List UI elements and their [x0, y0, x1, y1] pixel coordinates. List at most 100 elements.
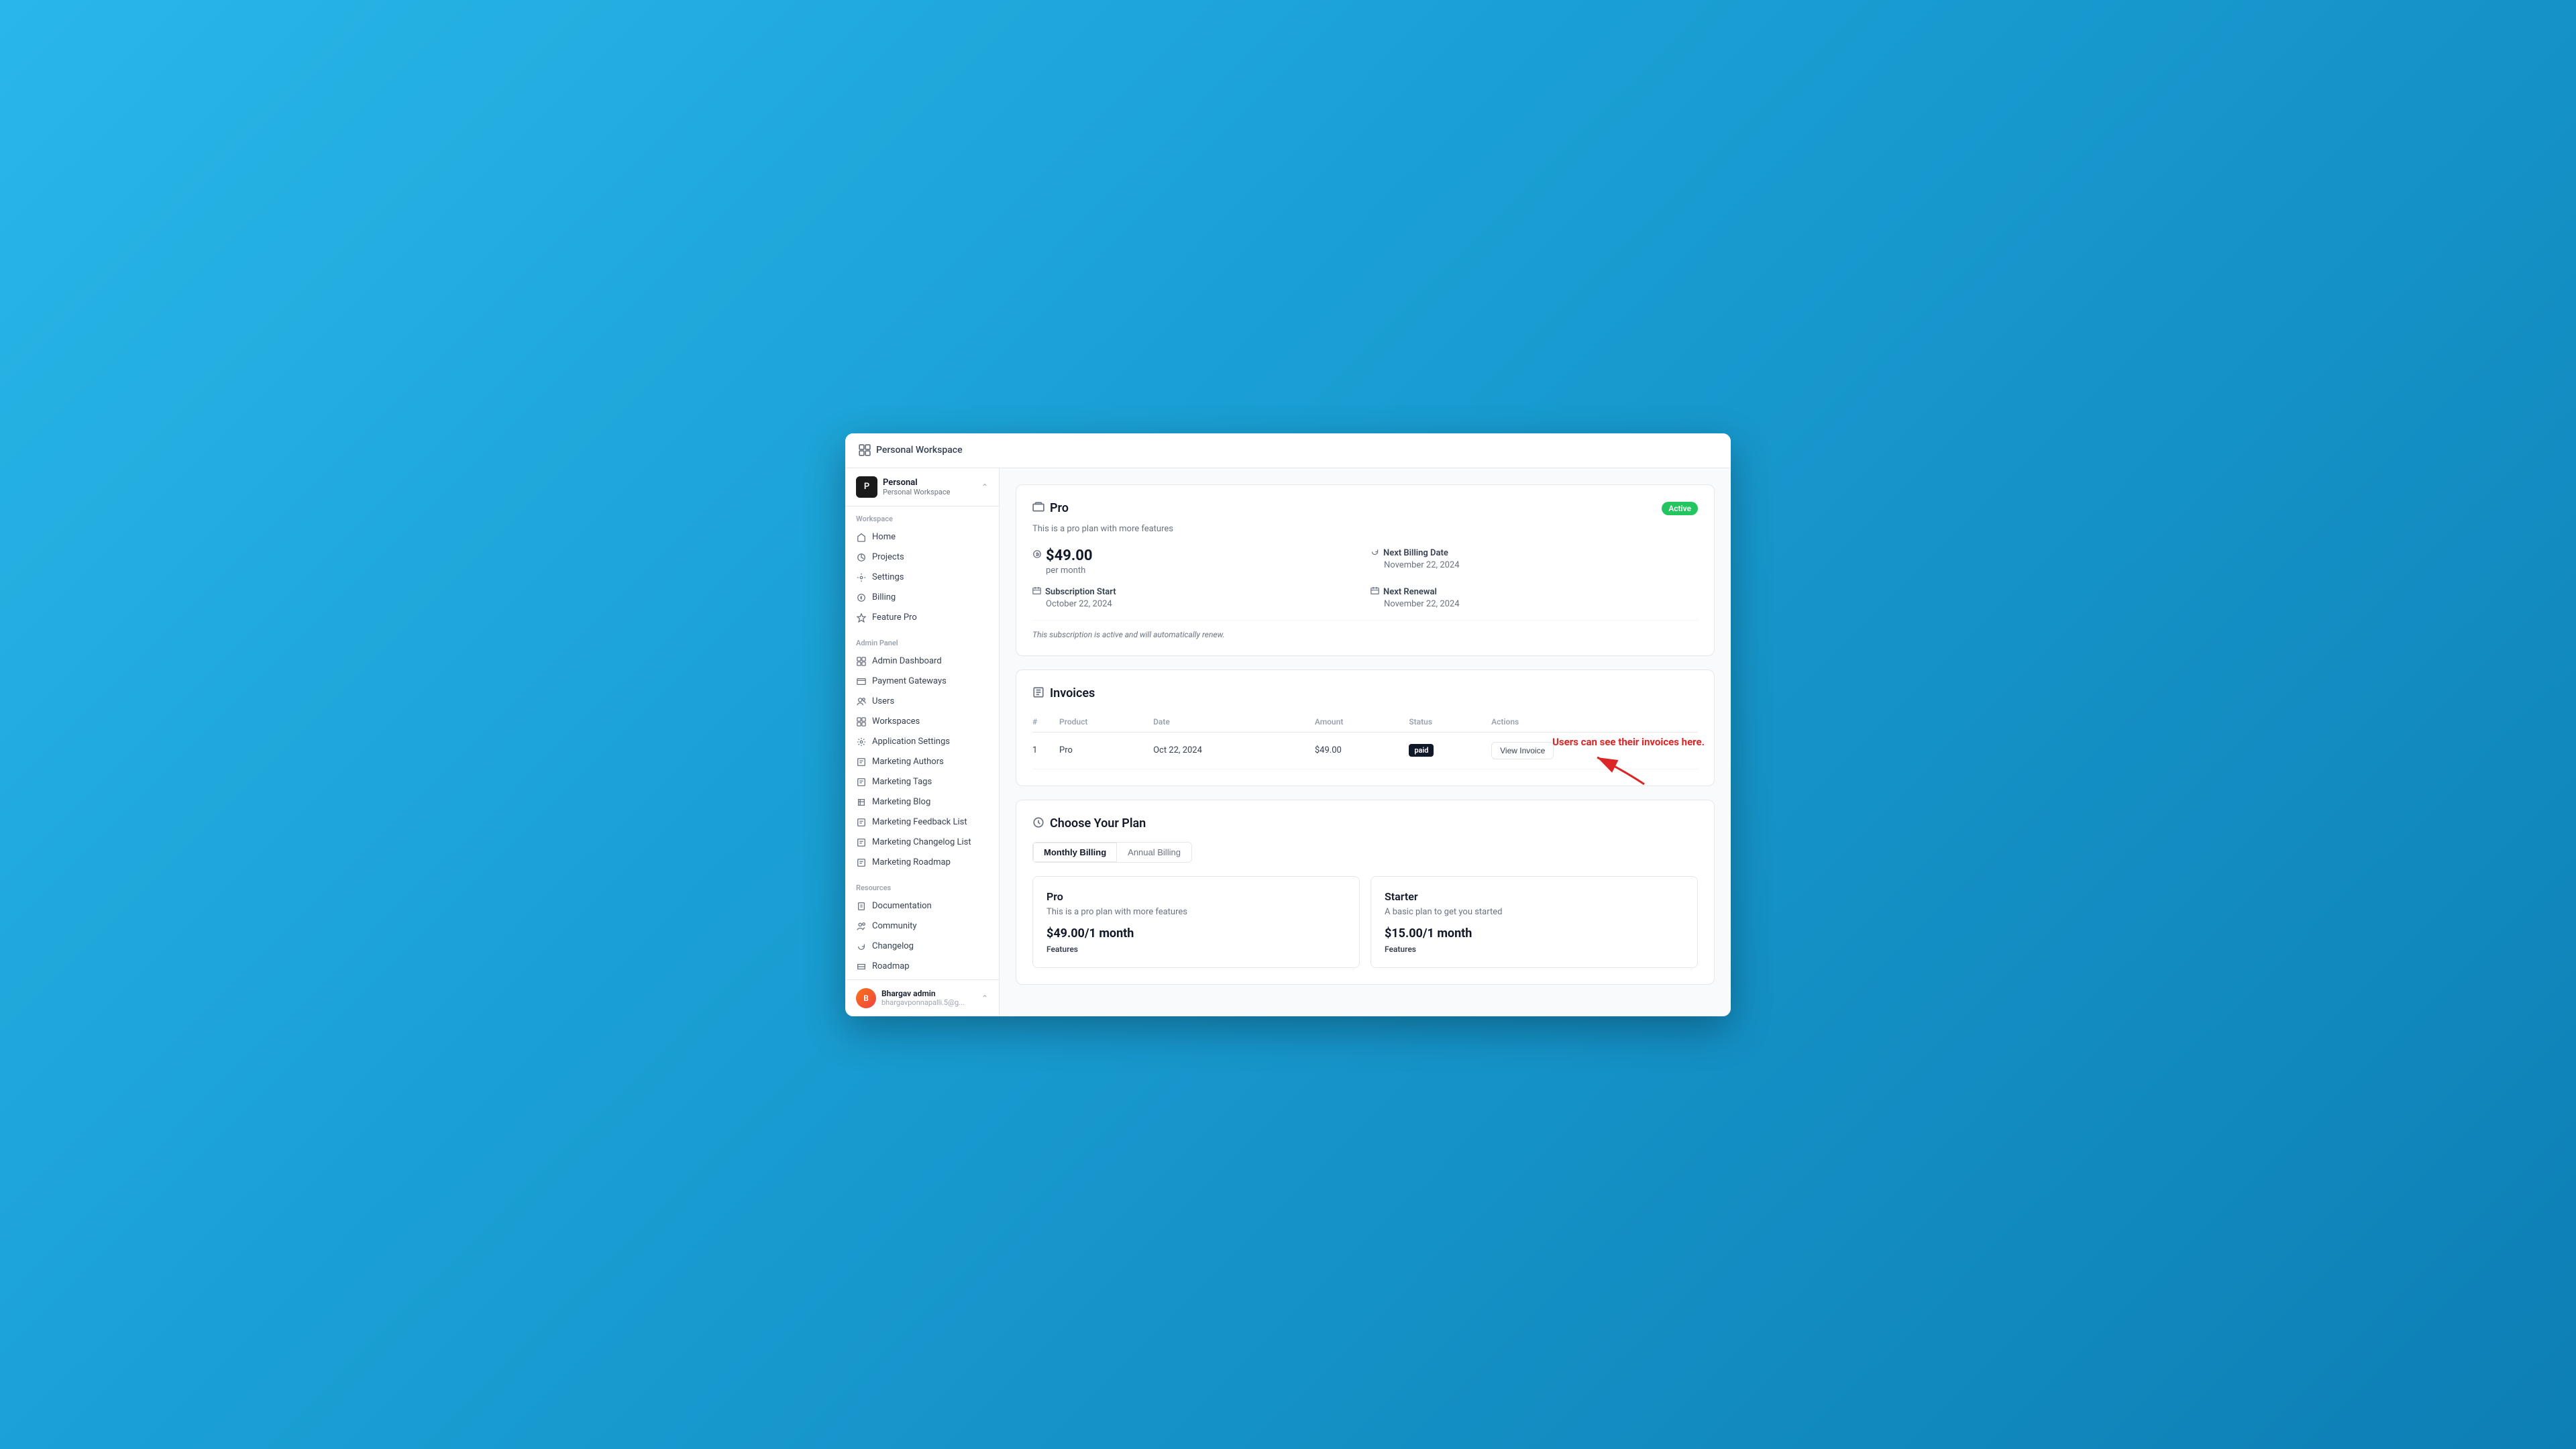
pro-plan-desc: This is a pro plan with more features — [1046, 907, 1346, 917]
marketing-feedback-label: Marketing Feedback List — [872, 817, 967, 827]
sidebar-item-marketing-changelog[interactable]: Marketing Changelog List — [845, 833, 999, 853]
sidebar-item-settings[interactable]: Settings — [845, 568, 999, 588]
marketing-roadmap-label: Marketing Roadmap — [872, 857, 951, 867]
sidebar-item-feature-pro[interactable]: Feature Pro — [845, 608, 999, 628]
subscription-start-header: Subscription Start — [1032, 586, 1360, 598]
main-content: Pro Active This is a pro plan with more … — [1000, 468, 1731, 1016]
choose-plan-title: Choose Your Plan — [1032, 816, 1698, 831]
col-amount: Amount — [1315, 712, 1409, 733]
sidebar: P Personal Personal Workspace ⌃ Workspac… — [845, 468, 1000, 1016]
annotation-arrow — [1584, 751, 1651, 788]
marketing-blog-icon — [856, 797, 867, 808]
next-billing-header: Next Billing Date — [1371, 547, 1698, 559]
sidebar-item-users[interactable]: Users — [845, 692, 999, 712]
plan-header: Pro Active — [1032, 501, 1698, 516]
annotation-text: Users can see their invoices here. — [1552, 736, 1705, 748]
per-month: per month — [1032, 566, 1360, 576]
annual-billing-tab[interactable]: Annual Billing — [1117, 843, 1191, 862]
sidebar-item-roadmap[interactable]: Roadmap — [845, 957, 999, 977]
marketing-authors-icon — [856, 757, 867, 767]
sidebar-item-admin-dashboard[interactable]: Admin Dashboard — [845, 651, 999, 672]
workspace-section-label: Workspace — [845, 515, 999, 527]
calendar2-icon — [1371, 586, 1379, 598]
col-product: Product — [1059, 712, 1153, 733]
plan-note: This subscription is active and will aut… — [1032, 620, 1698, 639]
main-layout: P Personal Personal Workspace ⌃ Workspac… — [845, 468, 1731, 1016]
calendar-icon — [1032, 586, 1041, 598]
workspace-switcher[interactable]: P Personal Personal Workspace ⌃ — [845, 468, 999, 506]
documentation-icon — [856, 901, 867, 912]
changelog-icon — [856, 941, 867, 952]
col-status: Status — [1409, 712, 1491, 733]
admin-section-label: Admin Panel — [845, 639, 999, 651]
sidebar-item-marketing-tags[interactable]: Marketing Tags — [845, 772, 999, 792]
marketing-authors-label: Marketing Authors — [872, 757, 944, 767]
next-renewal-item: Next Renewal November 22, 2024 — [1371, 586, 1698, 609]
home-label: Home — [872, 532, 896, 542]
starter-plan-price: $15.00/1 month — [1385, 926, 1684, 941]
roadmap-icon — [856, 961, 867, 972]
invoices-card: Invoices # Product Date Amount Status Ac… — [1016, 669, 1715, 786]
starter-plan-option: Starter A basic plan to get you started … — [1371, 876, 1698, 968]
user-info: Bhargav admin bhargavponnapalli.5@g... — [881, 989, 976, 1007]
sidebar-item-payment-gateways[interactable]: Payment Gateways — [845, 672, 999, 692]
billing-label: Billing — [872, 592, 896, 602]
sidebar-item-marketing-roadmap[interactable]: Marketing Roadmap — [845, 853, 999, 873]
payment-gateways-label: Payment Gateways — [872, 676, 947, 686]
documentation-label: Documentation — [872, 901, 932, 911]
sidebar-item-billing[interactable]: Billing — [845, 588, 999, 608]
user-email: bhargavponnapalli.5@g... — [881, 998, 976, 1007]
sidebar-item-projects[interactable]: Projects — [845, 547, 999, 568]
projects-label: Projects — [872, 552, 904, 562]
plan-title: Pro — [1032, 501, 1069, 516]
billing-tabs: Monthly Billing Annual Billing — [1032, 842, 1192, 863]
subscription-start-value: October 22, 2024 — [1032, 599, 1360, 609]
invoice-date: Oct 22, 2024 — [1153, 732, 1315, 769]
changelog-label: Changelog — [872, 941, 914, 951]
next-billing-value: November 22, 2024 — [1371, 560, 1698, 570]
settings-icon — [856, 572, 867, 583]
community-label: Community — [872, 921, 917, 931]
starter-plan-desc: A basic plan to get you started — [1385, 907, 1684, 917]
sidebar-item-home[interactable]: Home — [845, 527, 999, 547]
plan-title-icon — [1032, 501, 1044, 516]
roadmap-label: Roadmap — [872, 961, 910, 971]
plans-grid: Pro This is a pro plan with more feature… — [1032, 876, 1698, 968]
marketing-changelog-label: Marketing Changelog List — [872, 837, 971, 847]
sidebar-item-documentation[interactable]: Documentation — [845, 896, 999, 916]
sidebar-item-marketing-authors[interactable]: Marketing Authors — [845, 752, 999, 772]
user-menu[interactable]: B Bhargav admin bhargavponnapalli.5@g...… — [845, 979, 999, 1016]
sidebar-item-application-settings[interactable]: Application Settings — [845, 732, 999, 752]
header: Personal Workspace — [845, 433, 1731, 468]
workspace-name: Personal — [883, 478, 976, 488]
subscription-start-item: Subscription Start October 22, 2024 — [1032, 586, 1360, 609]
sidebar-item-changelog[interactable]: Changelog — [845, 936, 999, 957]
next-renewal-header: Next Renewal — [1371, 586, 1698, 598]
monthly-billing-tab[interactable]: Monthly Billing — [1033, 843, 1117, 862]
col-date: Date — [1153, 712, 1315, 733]
starter-plan-title: Starter — [1385, 890, 1684, 903]
sidebar-item-marketing-feedback[interactable]: Marketing Feedback List — [845, 812, 999, 833]
sidebar-item-workspaces[interactable]: Workspaces — [845, 712, 999, 732]
user-chevron-icon: ⌃ — [981, 994, 988, 1003]
users-label: Users — [872, 696, 894, 706]
user-name: Bhargav admin — [881, 989, 976, 998]
feature-pro-icon — [856, 612, 867, 623]
view-invoice-button[interactable]: View Invoice — [1491, 742, 1554, 759]
invoices-title: Invoices — [1032, 686, 1698, 701]
price-amount: $49.00 — [1046, 547, 1093, 564]
workspace-section: Workspace Home Projects — [845, 506, 999, 631]
annotation: Users can see their invoices here. — [1552, 736, 1705, 788]
application-settings-icon — [856, 737, 867, 747]
marketing-feedback-icon — [856, 817, 867, 828]
admin-dashboard-label: Admin Dashboard — [872, 656, 942, 666]
sidebar-item-marketing-blog[interactable]: Marketing Blog — [845, 792, 999, 812]
chevron-icon: ⌃ — [981, 482, 988, 492]
marketing-changelog-icon — [856, 837, 867, 848]
invoice-product: Pro — [1059, 732, 1153, 769]
billing-icon — [856, 592, 867, 603]
sidebar-item-community[interactable]: Community — [845, 916, 999, 936]
price-item: $49.00 per month — [1032, 547, 1360, 576]
choose-plan-icon — [1032, 816, 1044, 831]
users-icon — [856, 696, 867, 707]
